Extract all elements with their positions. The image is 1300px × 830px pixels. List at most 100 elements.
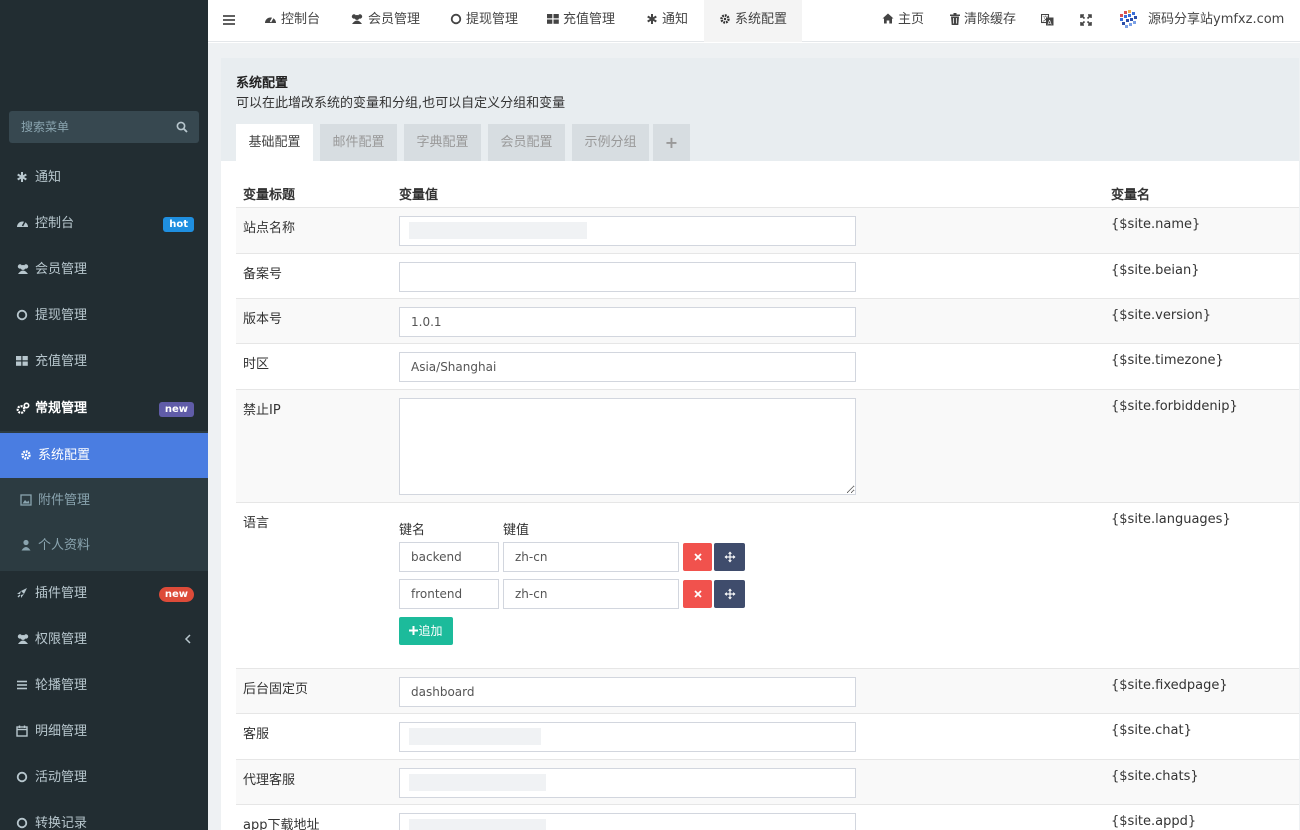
table-row: app下载地址 {$site.appd} bbox=[236, 804, 1299, 830]
users-icon bbox=[350, 13, 364, 25]
sidebar-item-label: 转换记录 bbox=[35, 816, 88, 830]
sidebar-item-label: 附件管理 bbox=[38, 493, 91, 508]
tab-email[interactable]: 邮件配置 bbox=[320, 124, 397, 161]
hot-badge: hot bbox=[163, 217, 194, 232]
fullscreen-icon[interactable] bbox=[1080, 14, 1092, 26]
sidebar-item-label: 提现管理 bbox=[35, 308, 88, 323]
fixedpage-input[interactable] bbox=[399, 677, 856, 707]
sidebar-item-carousel[interactable]: 轮播管理 bbox=[0, 663, 208, 709]
tab-notice[interactable]: 通知 bbox=[646, 0, 688, 42]
table-row: 站点名称 {$site.name} bbox=[236, 207, 1299, 253]
home-link[interactable]: 主页 bbox=[882, 0, 924, 42]
redacted-value bbox=[409, 774, 546, 791]
remove-pair-button[interactable] bbox=[683, 580, 712, 608]
page-description: 可以在此增改系统的变量和分组,也可以自定义分组和变量 bbox=[236, 96, 566, 111]
row-label: 站点名称 bbox=[243, 221, 296, 236]
menu-toggle-icon[interactable] bbox=[223, 14, 235, 26]
sidebar-item-details[interactable]: 明细管理 bbox=[0, 709, 208, 755]
sidebar-item-general[interactable]: 常规管理 new bbox=[0, 386, 208, 432]
row-label: 版本号 bbox=[243, 312, 283, 327]
row-var-name: {$site.chats} bbox=[1111, 769, 1199, 784]
clear-cache-button[interactable]: 清除缓存 bbox=[950, 0, 1016, 42]
home-icon bbox=[882, 13, 894, 24]
beian-input[interactable] bbox=[399, 262, 856, 292]
table-row: 备案号 {$site.beian} bbox=[236, 253, 1299, 298]
users-icon bbox=[16, 263, 30, 277]
row-label: app下载地址 bbox=[243, 818, 320, 830]
circle-icon bbox=[16, 817, 30, 830]
tab-system-config[interactable]: 系统配置 bbox=[704, 0, 802, 42]
new-badge: new bbox=[158, 402, 194, 417]
version-input[interactable] bbox=[399, 307, 856, 337]
tab-dashboard[interactable]: 控制台 bbox=[264, 0, 320, 42]
grid-icon bbox=[547, 13, 559, 25]
add-group-button[interactable]: + bbox=[653, 124, 690, 161]
sidebar-item-members[interactable]: 会员管理 bbox=[0, 247, 208, 293]
tab-withdraw[interactable]: 提现管理 bbox=[450, 0, 518, 42]
header-title: 变量标题 bbox=[243, 188, 296, 203]
brand-link[interactable]: 源码分享站ymfxz.com bbox=[1118, 0, 1284, 42]
remove-pair-button[interactable] bbox=[683, 543, 712, 571]
topbar: 控制台 会员管理 提现管理 充值管理 通知 系统配置 主页 清除缓存 文A 源码… bbox=[208, 0, 1300, 42]
row-label: 备案号 bbox=[243, 267, 283, 282]
redacted-value bbox=[409, 222, 587, 239]
translate-icon[interactable]: 文A bbox=[1041, 14, 1054, 26]
clear-cache-label: 清除缓存 bbox=[964, 12, 1017, 27]
tab-dictionary[interactable]: 字典配置 bbox=[404, 124, 481, 161]
search-icon[interactable] bbox=[176, 121, 188, 133]
sidebar-search bbox=[9, 111, 199, 143]
sidebar-item-system-config[interactable]: 系统配置 bbox=[0, 433, 208, 478]
header-name: 变量名 bbox=[1111, 188, 1151, 203]
sidebar: 通知 控制台 hot 会员管理 提现管理 充值管理 常规管理 new 系统配置 … bbox=[0, 0, 208, 830]
row-var-name: {$site.fixedpage} bbox=[1111, 678, 1228, 693]
users-icon bbox=[16, 633, 30, 647]
sidebar-item-dashboard[interactable]: 控制台 hot bbox=[0, 201, 208, 247]
append-pair-button[interactable]: 追加 bbox=[399, 617, 453, 645]
row-label: 禁止IP bbox=[243, 403, 281, 418]
language-key-input[interactable] bbox=[399, 542, 499, 572]
dashboard-icon bbox=[16, 217, 30, 231]
drag-pair-handle[interactable] bbox=[714, 543, 745, 571]
row-var-name: {$site.timezone} bbox=[1111, 353, 1224, 368]
tab-label: 提现管理 bbox=[466, 12, 519, 27]
tab-recharge[interactable]: 充值管理 bbox=[547, 0, 615, 42]
value-header: 键值 bbox=[503, 523, 530, 538]
config-panel: 系统配置 可以在此增改系统的变量和分组,也可以自定义分组和变量 基础配置 邮件配… bbox=[221, 58, 1299, 830]
append-label: 追加 bbox=[418, 624, 443, 638]
sidebar-item-profile[interactable]: 个人资料 bbox=[0, 523, 208, 568]
sidebar-item-label: 系统配置 bbox=[38, 448, 91, 463]
row-label: 客服 bbox=[243, 727, 270, 742]
tab-member[interactable]: 会员配置 bbox=[488, 124, 565, 161]
asterisk-icon bbox=[646, 13, 658, 25]
table-row: 代理客服 {$site.chats} bbox=[236, 759, 1299, 804]
forbidden-ip-textarea[interactable] bbox=[399, 398, 856, 495]
asterisk-icon bbox=[16, 171, 30, 185]
tab-members[interactable]: 会员管理 bbox=[350, 0, 420, 42]
language-key-input[interactable] bbox=[399, 579, 499, 609]
language-value-input[interactable] bbox=[503, 542, 679, 572]
table-row: 语言 键名 键值 追加 {$site.languages} bbox=[236, 502, 1299, 668]
sidebar-item-activities[interactable]: 活动管理 bbox=[0, 755, 208, 801]
sidebar-item-attachments[interactable]: 附件管理 bbox=[0, 478, 208, 523]
sidebar-item-withdraw[interactable]: 提现管理 bbox=[0, 293, 208, 339]
sidebar-item-label: 明细管理 bbox=[35, 724, 88, 739]
tab-basic[interactable]: 基础配置 bbox=[236, 124, 313, 161]
timezone-input[interactable] bbox=[399, 352, 856, 382]
chevron-left-icon bbox=[184, 633, 192, 645]
sidebar-item-label: 会员管理 bbox=[35, 262, 88, 277]
row-var-name: {$site.chat} bbox=[1111, 723, 1192, 738]
sidebar-item-plugins[interactable]: 插件管理 new bbox=[0, 571, 208, 617]
row-var-name: {$site.name} bbox=[1111, 217, 1201, 232]
language-value-input[interactable] bbox=[503, 579, 679, 609]
sidebar-item-permissions[interactable]: 权限管理 bbox=[0, 617, 208, 663]
content-area: 系统配置 可以在此增改系统的变量和分组,也可以自定义分组和变量 基础配置 邮件配… bbox=[208, 43, 1300, 830]
user-icon bbox=[20, 539, 32, 551]
grid-icon bbox=[16, 355, 30, 369]
sidebar-item-recharge[interactable]: 充值管理 bbox=[0, 339, 208, 385]
drag-pair-handle[interactable] bbox=[714, 580, 745, 608]
sidebar-item-notice[interactable]: 通知 bbox=[0, 155, 208, 201]
tab-label: 会员管理 bbox=[368, 12, 421, 27]
sidebar-item-conversions[interactable]: 转换记录 bbox=[0, 801, 208, 830]
search-input[interactable] bbox=[9, 111, 169, 143]
tab-example-group[interactable]: 示例分组 bbox=[572, 124, 649, 161]
